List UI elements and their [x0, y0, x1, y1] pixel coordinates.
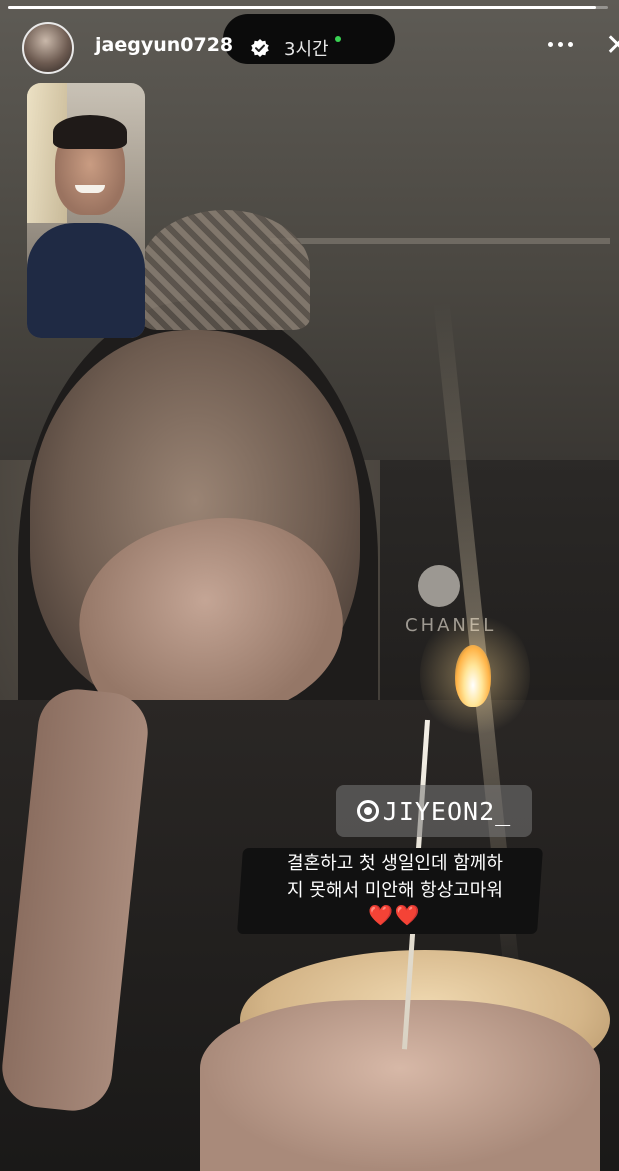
holding-hands	[200, 1000, 600, 1171]
profile-avatar[interactable]	[22, 22, 74, 74]
mention-handle: JIYEON2_	[382, 796, 512, 826]
inset-shirt	[27, 223, 145, 338]
background-shelf	[270, 238, 610, 244]
verified-badge-icon	[251, 39, 269, 57]
heart-emoji-icons: ❤️❤️	[368, 903, 422, 927]
online-indicator-dot	[335, 36, 341, 42]
story-progress-fill	[8, 6, 596, 9]
party-crown	[140, 210, 310, 330]
video-call-inset	[27, 83, 145, 338]
inset-hair	[53, 115, 127, 149]
close-icon[interactable]: ✕	[605, 26, 619, 66]
story-caption: 결혼하고 첫 생일인데 함께하 지 못해서 미안해 항상고마워	[240, 850, 550, 904]
story-viewer[interactable]: CHANEL jaegyun0728 3시간 ✕ JIYEON2_ 결혼하고 첫…	[0, 0, 619, 1171]
bag-logo-icon	[418, 565, 460, 607]
inset-smile	[75, 185, 105, 193]
story-username[interactable]: jaegyun0728	[95, 34, 233, 56]
caption-line-2: 지 못해서 미안해 항상고마워	[287, 880, 503, 901]
caption-line-1: 결혼하고 첫 생일인데 함께하	[287, 853, 503, 874]
mention-sticker[interactable]: JIYEON2_	[336, 785, 532, 837]
candle-flame	[455, 645, 491, 707]
more-options-icon[interactable]	[548, 34, 578, 54]
at-sign-icon	[356, 800, 379, 822]
story-timestamp: 3시간	[284, 39, 329, 60]
story-progress-bar	[8, 6, 608, 9]
